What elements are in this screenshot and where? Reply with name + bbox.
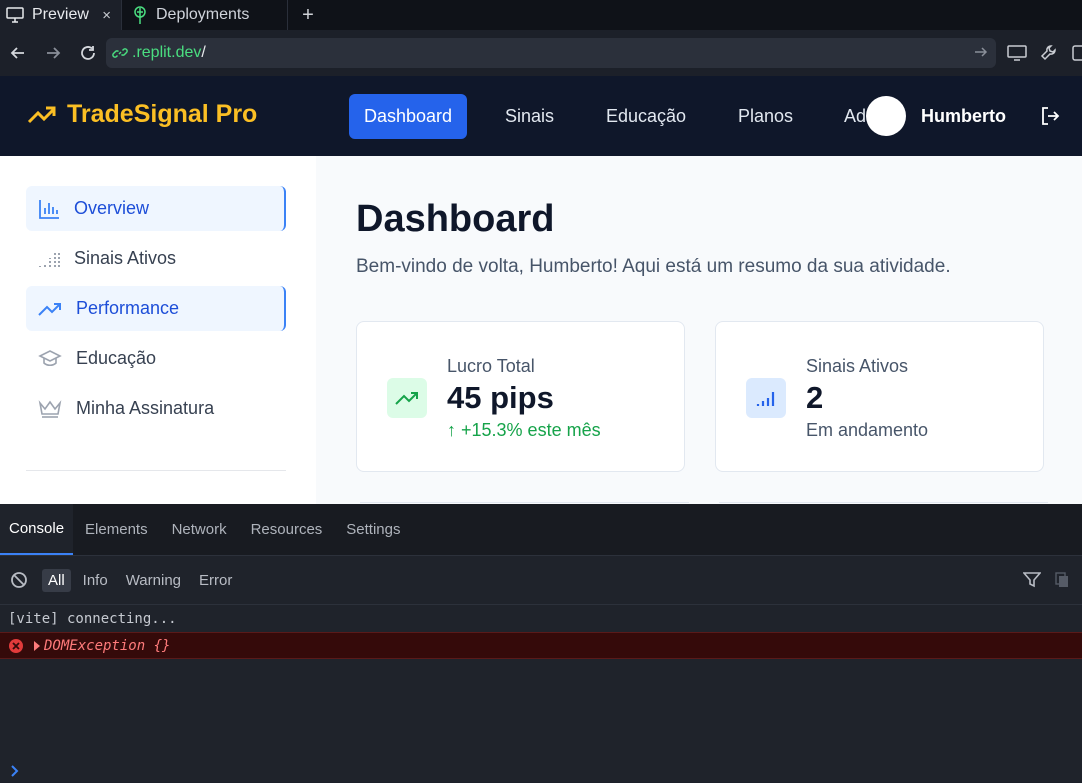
go-arrow-icon[interactable] bbox=[974, 45, 988, 59]
external-icon[interactable] bbox=[1072, 44, 1082, 62]
app-navbar: TradeSignal Pro Dashboard Sinais Educaçã… bbox=[0, 76, 1082, 156]
sidebar: Overview Sinais Ativos Performance Educa… bbox=[0, 156, 316, 504]
devtools-panel: Console Elements Network Resources Setti… bbox=[0, 504, 1082, 782]
stat-label: Sinais Ativos bbox=[806, 356, 909, 376]
nav-planos[interactable]: Planos bbox=[723, 94, 808, 139]
crown-icon bbox=[38, 399, 62, 418]
user-name: Humberto bbox=[921, 106, 1006, 126]
deploy-icon bbox=[134, 6, 146, 24]
error-icon bbox=[9, 638, 23, 653]
devices-icon[interactable] bbox=[1007, 44, 1027, 62]
browser-tabbar: Preview × Deployments + bbox=[0, 0, 1082, 30]
page-subtitle: Bem-vindo de volta, Humberto! Aqui está … bbox=[356, 256, 951, 277]
tab-settings[interactable]: Settings bbox=[334, 504, 412, 555]
sidebar-item-performance[interactable]: Performance bbox=[26, 286, 286, 331]
filter-error[interactable]: Error bbox=[193, 569, 238, 592]
expand-triangle-icon[interactable] bbox=[34, 640, 40, 651]
sidebar-label-assinatura: Minha Assinatura bbox=[76, 398, 215, 418]
trending-up-icon bbox=[387, 378, 427, 418]
filter-all[interactable]: All bbox=[42, 568, 71, 592]
tab-network[interactable]: Network bbox=[160, 504, 239, 555]
forward-button[interactable] bbox=[35, 45, 70, 61]
bar-chart-icon bbox=[39, 199, 59, 219]
reload-button[interactable] bbox=[70, 44, 105, 62]
nav-dashboard[interactable]: Dashboard bbox=[349, 94, 468, 139]
arrow-right-icon bbox=[46, 47, 60, 59]
sidebar-label-performance: Performance bbox=[76, 298, 180, 318]
stat-value: 2 bbox=[806, 380, 824, 415]
arrow-left-icon bbox=[10, 47, 24, 59]
main-content: Dashboard Bem-vindo de volta, Humberto! … bbox=[316, 156, 1082, 504]
console-log-entry: [vite] connecting... bbox=[0, 605, 1082, 632]
signal-icon bbox=[39, 250, 60, 267]
app-viewport: TradeSignal Pro Dashboard Sinais Educaçã… bbox=[0, 76, 1082, 504]
sidebar-label-overview: Overview bbox=[74, 198, 150, 218]
trending-up-icon bbox=[27, 106, 56, 123]
filter-warning[interactable]: Warning bbox=[120, 569, 187, 592]
sidebar-divider bbox=[26, 470, 286, 471]
stat-card-lucro: Lucro Total 45 pips ↑ +15.3% este mês bbox=[356, 321, 685, 472]
sidebar-label-sinais: Sinais Ativos bbox=[74, 248, 177, 268]
link-icon bbox=[112, 48, 128, 58]
stat-sub: Em andamento bbox=[806, 420, 929, 440]
stat-label: Lucro Total bbox=[447, 356, 535, 376]
devtools-tabs: Console Elements Network Resources Setti… bbox=[0, 504, 1082, 555]
tab-preview-label: Preview bbox=[32, 6, 89, 23]
tab-elements[interactable]: Elements bbox=[73, 504, 160, 555]
back-button[interactable] bbox=[0, 45, 35, 61]
page-title: Dashboard bbox=[356, 198, 555, 240]
url-path: / bbox=[201, 44, 206, 61]
tab-deployments[interactable]: Deployments bbox=[122, 0, 288, 30]
tab-resources[interactable]: Resources bbox=[239, 504, 335, 555]
filter-info[interactable]: Info bbox=[77, 569, 114, 592]
tab-console[interactable]: Console bbox=[0, 504, 74, 555]
signal-icon bbox=[746, 378, 786, 418]
tab-deployments-label: Deployments bbox=[156, 6, 250, 23]
nav-sinais[interactable]: Sinais bbox=[490, 94, 569, 139]
log-text: [vite] connecting... bbox=[8, 610, 177, 627]
sidebar-item-sinais-ativos[interactable]: Sinais Ativos bbox=[26, 236, 286, 281]
new-tab-button[interactable]: + bbox=[288, 0, 328, 30]
reload-icon bbox=[80, 46, 95, 60]
console-filter-bar: All Info Warning Error bbox=[0, 555, 1082, 605]
trending-up-icon bbox=[38, 302, 61, 316]
funnel-icon[interactable] bbox=[1023, 572, 1041, 588]
address-row: .replit.dev/ bbox=[0, 30, 1082, 76]
url-bar[interactable]: .replit.dev/ bbox=[106, 38, 996, 68]
wrench-icon[interactable] bbox=[1040, 44, 1058, 62]
clear-console-icon[interactable] bbox=[10, 571, 28, 589]
stat-value: 45 pips bbox=[447, 380, 554, 415]
nav-educacao[interactable]: Educação bbox=[591, 94, 701, 139]
tab-preview[interactable]: Preview × bbox=[0, 0, 122, 30]
console-prompt-icon[interactable] bbox=[10, 762, 20, 783]
copy-icon[interactable] bbox=[1054, 572, 1070, 588]
sidebar-label-educacao: Educação bbox=[76, 348, 157, 368]
close-icon[interactable]: × bbox=[102, 7, 111, 24]
monitor-icon bbox=[6, 7, 24, 23]
brand[interactable]: TradeSignal Pro bbox=[27, 100, 257, 129]
avatar[interactable]: H bbox=[866, 96, 906, 136]
stat-change: ↑ +15.3% este mês bbox=[447, 420, 601, 440]
brand-name: TradeSignal Pro bbox=[67, 100, 258, 128]
stat-card-sinais: Sinais Ativos 2 Em andamento bbox=[715, 321, 1044, 472]
logout-icon[interactable] bbox=[1040, 106, 1060, 126]
console-error-entry[interactable]: DOMException {} bbox=[0, 632, 1082, 659]
sidebar-item-educacao[interactable]: Educação bbox=[26, 336, 286, 381]
url-domain: .replit.dev bbox=[132, 44, 202, 61]
graduation-cap-icon bbox=[38, 349, 62, 366]
url-text: .replit.dev/ bbox=[132, 44, 206, 62]
sidebar-item-overview[interactable]: Overview bbox=[26, 186, 286, 231]
log-text: DOMException {} bbox=[44, 637, 171, 654]
sidebar-item-assinatura[interactable]: Minha Assinatura bbox=[26, 386, 286, 431]
